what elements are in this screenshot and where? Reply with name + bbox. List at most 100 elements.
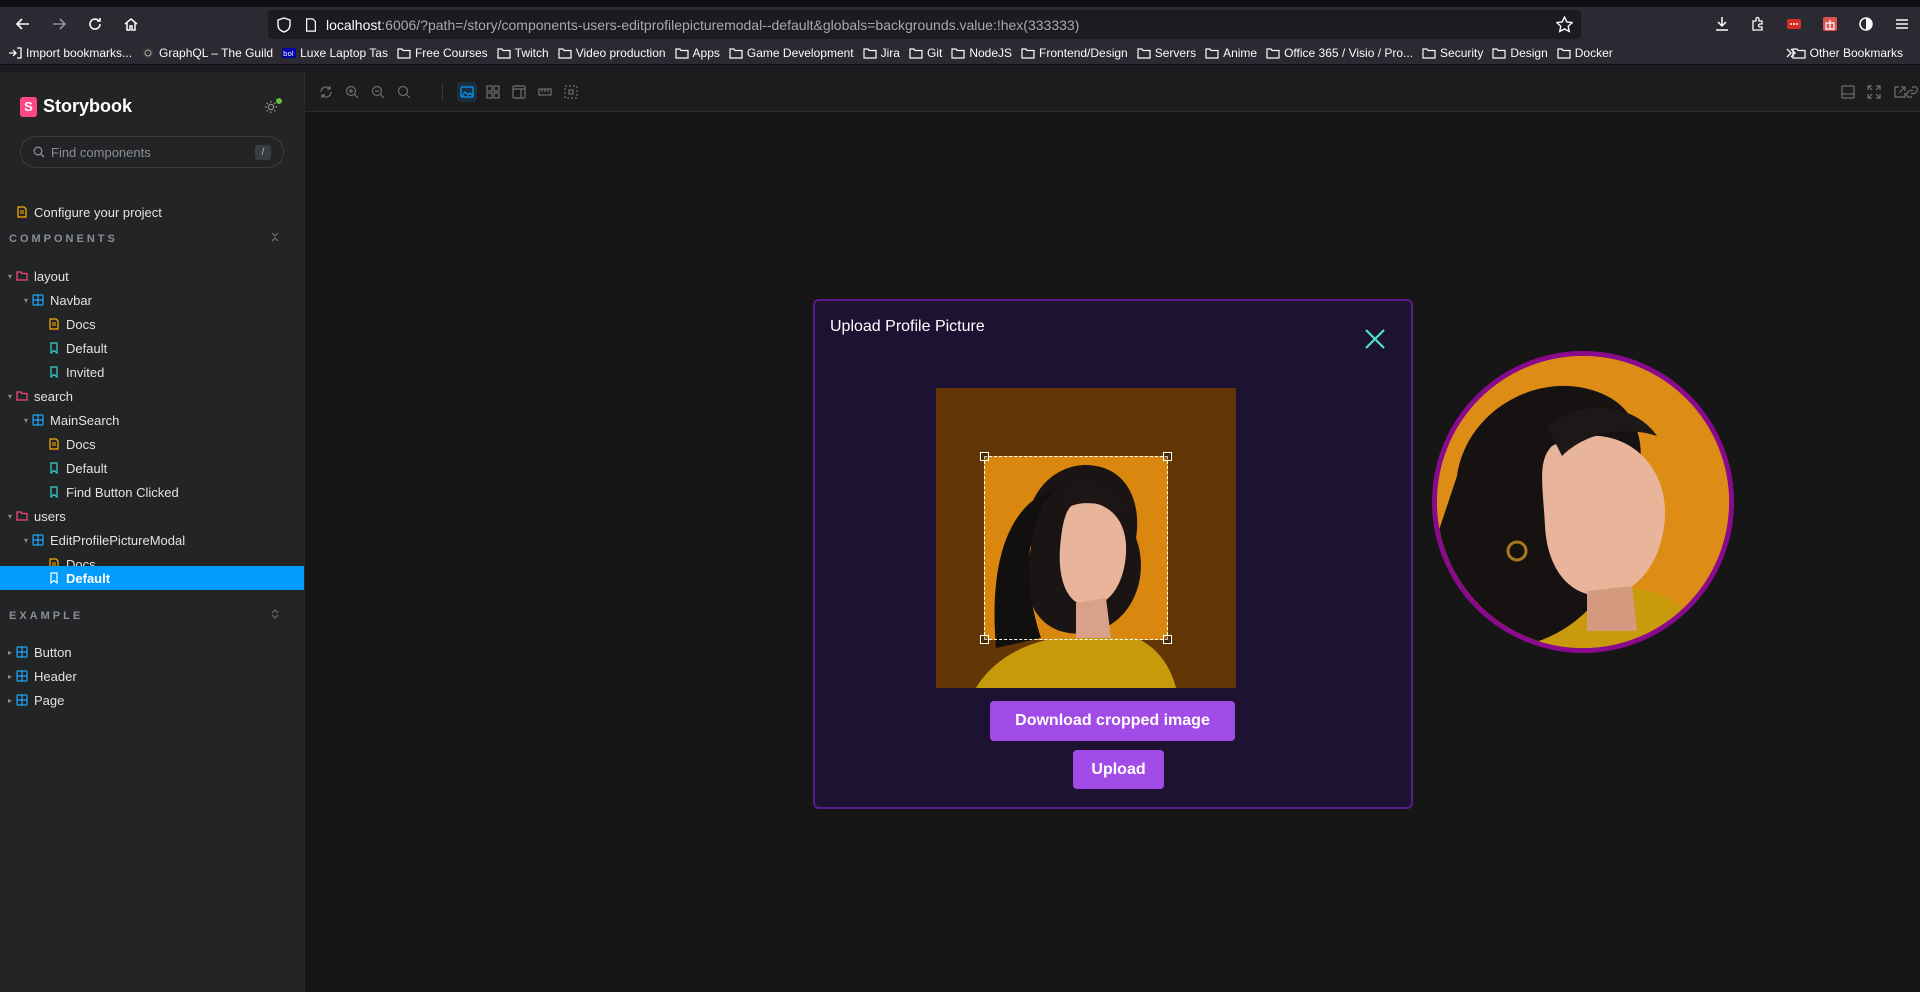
downloads-button[interactable] xyxy=(1704,7,1740,41)
bookmark-import[interactable]: Import bookmarks... xyxy=(8,46,132,60)
sidebar-component-editprofilepicturemodal[interactable]: ▾ EditProfilePictureModal xyxy=(24,528,185,552)
sidebar-component-header[interactable]: ▸ Header xyxy=(8,664,77,688)
sidebar-item-configure[interactable]: Configure your project xyxy=(16,200,162,224)
sidebar-component-mainsearch[interactable]: ▾ MainSearch xyxy=(24,408,119,432)
section-components[interactable]: COMPONENTS xyxy=(9,233,118,245)
bookmark-free-courses[interactable]: Free Courses xyxy=(397,46,488,60)
grid-button[interactable] xyxy=(483,82,503,102)
sidebar-item-label: layout xyxy=(34,268,69,284)
star-icon[interactable] xyxy=(1556,16,1573,33)
sidebar-item-navbar-default[interactable]: Default xyxy=(48,336,107,360)
sidebar-item-editprofile-default[interactable]: Default xyxy=(48,566,110,590)
crop-handle-bottom-left[interactable] xyxy=(980,635,989,644)
menu-button[interactable] xyxy=(1884,7,1920,41)
folder-icon xyxy=(863,47,877,59)
bookmark-design[interactable]: Design xyxy=(1492,46,1548,60)
outline-button[interactable] xyxy=(561,82,581,102)
reload-button[interactable] xyxy=(77,7,113,41)
measure-button[interactable] xyxy=(535,82,555,102)
grid-icon xyxy=(486,85,500,99)
sidebar-component-page[interactable]: ▸ Page xyxy=(8,688,64,712)
zoom-out-button[interactable] xyxy=(368,82,388,102)
bookmark-icon xyxy=(50,366,58,378)
document-icon xyxy=(49,318,59,330)
folder-icon xyxy=(951,47,965,59)
bookmark-label: Servers xyxy=(1154,45,1197,60)
component-icon xyxy=(16,646,28,658)
section-example[interactable]: EXAMPLE xyxy=(9,610,83,622)
forward-button[interactable] xyxy=(41,7,77,41)
shield-icon[interactable] xyxy=(276,16,292,33)
bookmark-security[interactable]: Security xyxy=(1422,46,1483,60)
settings-button[interactable] xyxy=(264,98,282,116)
bookmark-anime[interactable]: Anime xyxy=(1205,46,1257,60)
sidebar-item-mainsearch-find[interactable]: Find Button Clicked xyxy=(48,480,179,504)
close-button[interactable] xyxy=(1363,327,1387,351)
remount-button[interactable] xyxy=(316,82,336,102)
bookmark-office[interactable]: Office 365 / Visio / Pro... xyxy=(1266,46,1413,60)
bookmark-twitch[interactable]: Twitch xyxy=(497,46,549,60)
sidebar-group-layout[interactable]: ▾ layout xyxy=(8,264,69,288)
sidebar-item-mainsearch-docs[interactable]: Docs xyxy=(48,432,96,456)
bookmark-label: Video production xyxy=(575,45,666,60)
storybook-title: Storybook xyxy=(43,96,133,116)
zoom-in-button[interactable] xyxy=(342,82,362,102)
bookmark-bol[interactable]: bol Luxe Laptop Tas xyxy=(282,46,388,60)
bookmark-label: Luxe Laptop Tas xyxy=(300,45,388,60)
sidebar-item-mainsearch-default[interactable]: Default xyxy=(48,456,107,480)
backgrounds-button[interactable] xyxy=(457,82,477,102)
copy-link-button[interactable] xyxy=(1902,82,1920,102)
crop-handle-top-right[interactable] xyxy=(1163,452,1172,461)
gift-extension-button[interactable] xyxy=(1812,7,1848,41)
home-icon xyxy=(124,18,138,31)
collapse-all-button[interactable] xyxy=(270,232,280,242)
fullscreen-button[interactable] xyxy=(1864,82,1884,102)
bookmark-other[interactable]: Other Bookmarks xyxy=(1792,41,1903,65)
sidebar-group-search[interactable]: ▾ search xyxy=(8,384,73,408)
lastpass-extension-button[interactable] xyxy=(1776,7,1812,41)
component-icon xyxy=(16,670,28,682)
bookmark-frontend-design[interactable]: Frontend/Design xyxy=(1021,46,1128,60)
back-button[interactable] xyxy=(5,7,41,41)
crop-handle-top-left[interactable] xyxy=(980,452,989,461)
folder-icon xyxy=(1557,47,1571,59)
page-icon[interactable] xyxy=(304,17,318,32)
bookmark-graphql[interactable]: GraphQL – The Guild xyxy=(141,46,273,60)
component-icon xyxy=(32,294,44,306)
bookmark-servers[interactable]: Servers xyxy=(1137,46,1196,60)
viewport-button[interactable] xyxy=(509,82,529,102)
toggle-panel-button[interactable] xyxy=(1838,82,1858,102)
bookmark-nodejs[interactable]: NodeJS xyxy=(951,46,1012,60)
sync-icon xyxy=(320,86,332,98)
storybook-logo[interactable]: S Storybook xyxy=(20,96,132,117)
sidebar-component-navbar[interactable]: ▾ Navbar xyxy=(24,288,92,312)
search-input[interactable]: Find components / xyxy=(20,136,284,168)
crop-selection[interactable] xyxy=(980,452,1172,644)
url-bar[interactable]: localhost:6006/?path=/story/components-u… xyxy=(268,10,1581,39)
bookmark-video-production[interactable]: Video production xyxy=(558,46,666,60)
extensions-button[interactable] xyxy=(1740,7,1776,41)
sidebar-component-button[interactable]: ▸ Button xyxy=(8,640,72,664)
bookmark-game-development[interactable]: Game Development xyxy=(729,46,854,60)
bookmark-jira[interactable]: Jira xyxy=(863,46,900,60)
sidebar-item-navbar-invited[interactable]: Invited xyxy=(48,360,104,384)
download-cropped-image-button[interactable]: Download cropped image xyxy=(990,701,1235,741)
image-cropper[interactable] xyxy=(936,388,1236,688)
bookmark-apps[interactable]: Apps xyxy=(674,45,720,60)
crop-handle-bottom-right[interactable] xyxy=(1163,635,1172,644)
bookmark-label: Docker xyxy=(1574,45,1613,60)
folder-icon xyxy=(16,511,28,521)
bookmark-docker[interactable]: Docker xyxy=(1557,46,1613,60)
zoom-reset-button[interactable] xyxy=(394,82,414,102)
bookmark-label: Apps xyxy=(692,45,720,60)
bookmark-git[interactable]: Git xyxy=(909,46,942,60)
sidebar-group-users[interactable]: ▾ users xyxy=(8,504,66,528)
sidebar-item-label: Default xyxy=(66,570,111,586)
dark-reader-button[interactable] xyxy=(1848,7,1884,41)
home-button[interactable] xyxy=(113,7,149,41)
chevron-right-icon: ▸ xyxy=(8,647,13,657)
search-icon xyxy=(33,146,45,158)
sidebar-item-navbar-docs[interactable]: Docs xyxy=(48,312,96,336)
upload-button[interactable]: Upload xyxy=(1073,750,1164,789)
expand-all-button[interactable] xyxy=(270,609,280,619)
